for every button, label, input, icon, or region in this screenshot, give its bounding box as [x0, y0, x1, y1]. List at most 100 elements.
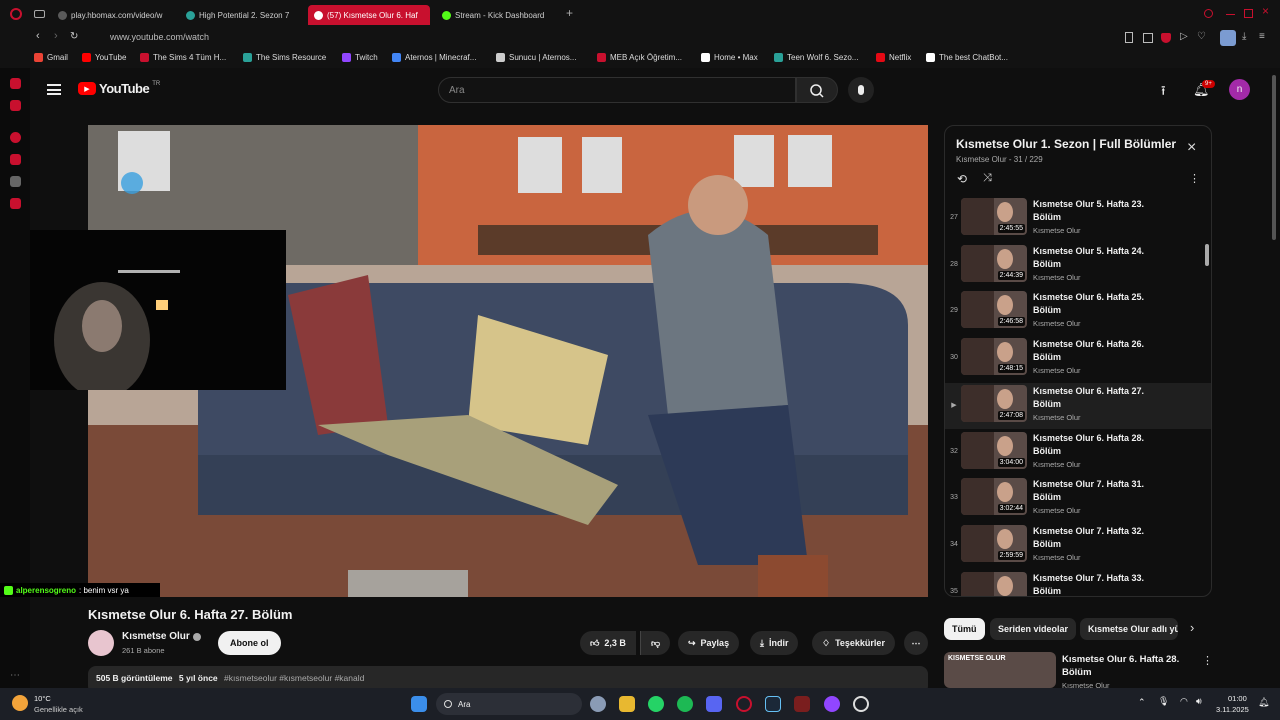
playlist-more-icon[interactable]: ⋮	[1189, 172, 1200, 185]
browser-tab[interactable]: High Potential 2. Sezon 7	[180, 5, 300, 25]
instagram-icon[interactable]	[10, 154, 21, 165]
wifi-icon[interactable]: ◠	[1180, 696, 1188, 707]
download-button[interactable]: ⤓ İndir	[750, 631, 799, 655]
bookmark-item[interactable]: Gmail	[34, 53, 68, 62]
reload-icon[interactable]: ↻	[70, 31, 78, 42]
sidebar-more-icon[interactable]: ⋯	[10, 670, 20, 681]
loop-icon[interactable]: ⟲	[957, 172, 967, 186]
discord-icon[interactable]	[10, 198, 21, 209]
opera-logo-icon[interactable]	[10, 8, 22, 20]
playlist-item[interactable]: 30 2:48:15 Kısmetse Olur 6. Hafta 26. Bölü…	[945, 336, 1211, 382]
tiktok-icon[interactable]	[10, 176, 21, 187]
maximize-icon[interactable]	[1244, 9, 1253, 18]
spotify-icon[interactable]	[677, 696, 693, 712]
messenger-icon[interactable]	[10, 78, 21, 89]
tray-chevron-icon[interactable]: ⌃	[1138, 697, 1146, 708]
channel-avatar[interactable]	[88, 630, 114, 656]
chips-next-icon[interactable]: ›	[1190, 620, 1194, 635]
recommended-thumbnail[interactable]: KISMETSE OLUR	[944, 652, 1056, 688]
youtube-logo[interactable]: ▶ YouTube TR	[78, 81, 160, 96]
thanks-button[interactable]: ♢ Teşekkürler	[812, 631, 895, 655]
chip-all[interactable]: Tümü	[944, 618, 985, 640]
bookmark-item[interactable]: The Sims 4 Tüm H...	[140, 53, 226, 62]
profile-icon[interactable]	[1220, 30, 1236, 46]
clock-time[interactable]: 01:00	[1228, 694, 1247, 703]
bookmark-item[interactable]: Home • Max	[701, 53, 758, 62]
like-button[interactable]: 👍︎ 2,3 B	[580, 631, 636, 655]
search-input[interactable]: Ara	[438, 77, 796, 103]
mic-tray-icon[interactable]: 🎙︎	[1158, 696, 1169, 707]
player-icon[interactable]: ▷	[1180, 31, 1188, 42]
playlist-item[interactable]: 34 2:59:59 Kısmetse Olur 7. Hafta 32. Bölü…	[945, 523, 1211, 569]
search-button[interactable]	[796, 77, 838, 103]
bookmark-item[interactable]: Aternos | Minecraf...	[392, 53, 476, 62]
bookmark-item[interactable]: The Sims Resource	[243, 53, 326, 62]
browser-tab[interactable]: play.hbomax.com/video/w	[52, 5, 174, 25]
whatsapp-icon[interactable]	[10, 132, 21, 143]
whatsapp-app-icon[interactable]	[648, 696, 664, 712]
recommended-more-icon[interactable]: ⋮	[1202, 654, 1213, 667]
shuffle-icon[interactable]: ⤨	[983, 172, 992, 185]
playlist-title[interactable]: Kısmetse Olur 1. Sezon | Full Bölümler	[956, 137, 1186, 151]
search-tabs-icon[interactable]	[1204, 9, 1213, 18]
close-window-icon[interactable]: ×	[1262, 4, 1269, 18]
taskbar-search[interactable]: Ara	[436, 693, 582, 715]
playlist-item[interactable]: 32 3:04:00 Kısmetse Olur 6. Hafta 28. Bölü…	[945, 430, 1211, 476]
notification-center-icon[interactable]: 🔔︎	[1258, 697, 1269, 708]
browser-tab-active[interactable]: (57) Kısmetse Olur 6. Haf	[308, 5, 430, 25]
playlist-item[interactable]: 27 2:45:55 Kısmetse Olur 5. Hafta 23. Bölü…	[945, 196, 1211, 242]
chip-series[interactable]: Seriden videolar	[990, 618, 1077, 640]
more-actions-button[interactable]: ⋯	[904, 631, 928, 655]
playlist-item[interactable]: 33 3:02:44 Kısmetse Olur 7. Hafta 31. Bölü…	[945, 476, 1211, 522]
subscribe-button[interactable]: Abone ol	[218, 631, 281, 655]
hashtags[interactable]: #kısmetseolur #kısmetseolur #kanald	[224, 673, 364, 683]
account-avatar[interactable]: n	[1229, 79, 1250, 100]
menu-icon[interactable]: ≡	[1259, 31, 1265, 42]
playlist-item-current[interactable]: ▶ 2:47:08 Kısmetse Olur 6. Hafta 27. Bölüm…	[945, 382, 1211, 429]
aria-icon[interactable]	[10, 100, 21, 111]
snapshot-icon[interactable]	[1143, 33, 1153, 43]
bookmark-page-icon[interactable]	[1125, 32, 1133, 43]
download-icon[interactable]: ⤓	[1242, 31, 1246, 42]
new-tab-icon[interactable]: +	[566, 6, 573, 20]
url-field[interactable]: www.youtube.com/watch	[110, 32, 209, 42]
browser-tab[interactable]: Stream - Kick Dashboard	[436, 5, 558, 25]
file-explorer-icon[interactable]	[619, 696, 635, 712]
tab-switcher-icon[interactable]	[34, 10, 45, 18]
streaming-app-icon[interactable]	[824, 696, 840, 712]
playlist-scrollbar[interactable]	[1205, 244, 1209, 266]
upload-icon[interactable]: ⭱	[1161, 82, 1166, 104]
playlist-item[interactable]: 28 2:44:39 Kısmetse Olur 5. Hafta 24. Bölü…	[945, 243, 1211, 289]
weather-icon[interactable]	[12, 695, 28, 711]
bookmark-item[interactable]: Sunucu | Aternos...	[496, 53, 576, 62]
voice-search-button[interactable]	[848, 77, 874, 103]
app-icon[interactable]	[794, 696, 810, 712]
close-playlist-icon[interactable]: ×	[1187, 139, 1196, 157]
chip-channel[interactable]: Kısmetse Olur adlı yü	[1080, 618, 1178, 640]
share-button[interactable]: ↪ Paylaş	[678, 631, 740, 655]
forward-icon[interactable]: ›	[54, 30, 58, 42]
steam-icon[interactable]	[765, 696, 781, 712]
bookmark-item[interactable]: YouTube	[82, 53, 126, 62]
windows-start-icon[interactable]	[411, 696, 427, 712]
minimize-icon[interactable]	[1226, 14, 1235, 15]
bookmark-item[interactable]: The best ChatBot...	[926, 53, 1008, 62]
bookmark-item[interactable]: Teen Wolf 6. Sezo...	[774, 53, 858, 62]
playlist-item[interactable]: 29 2:46:58 Kısmetse Olur 6. Hafta 25. Bölü…	[945, 289, 1211, 335]
vpn-shield-icon[interactable]	[1161, 33, 1171, 43]
discord-app-icon[interactable]	[706, 696, 722, 712]
opera-app-icon[interactable]	[736, 696, 752, 712]
hamburger-menu-icon[interactable]	[47, 84, 61, 95]
dislike-button[interactable]: 👎︎	[640, 631, 671, 655]
bookmark-item[interactable]: Twitch	[342, 53, 378, 62]
clock-date[interactable]: 3.11.2025	[1216, 705, 1249, 714]
back-icon[interactable]: ‹	[36, 30, 40, 42]
heart-icon[interactable]: ♡	[1197, 31, 1206, 42]
chrome-icon[interactable]	[853, 696, 869, 712]
weather-temp[interactable]: 10°C	[34, 694, 51, 703]
recommended-title[interactable]: Kısmetse Olur 6. Hafta 28. Bölüm	[1062, 653, 1202, 679]
settings-icon[interactable]	[590, 696, 606, 712]
page-scrollbar[interactable]	[1272, 75, 1276, 240]
bookmark-item[interactable]: Netflix	[876, 53, 911, 62]
volume-icon[interactable]: 🔊︎	[1196, 696, 1202, 707]
